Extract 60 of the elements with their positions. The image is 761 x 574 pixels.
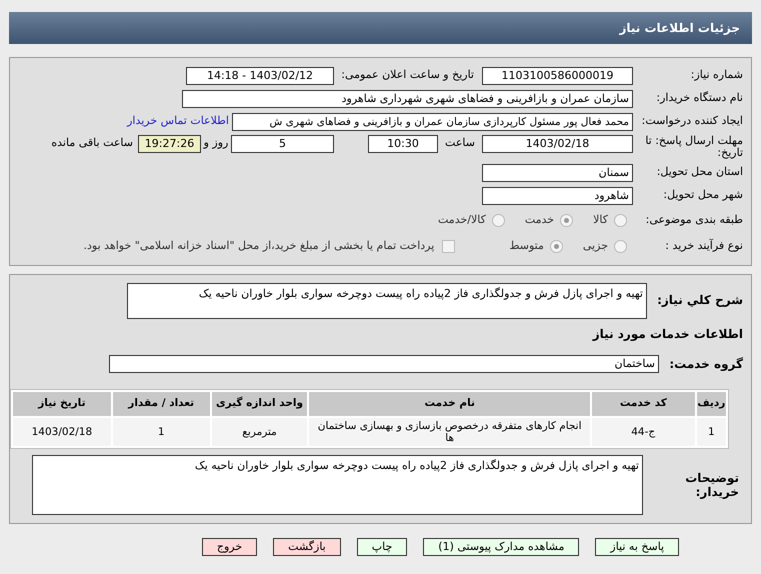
column-header: کد خدمت <box>592 392 695 416</box>
checkbox[interactable] <box>442 240 456 252</box>
action-button[interactable]: مشاهده مدارک پیوستی (1) <box>423 538 580 556</box>
field-label: استان محل تحویل: <box>656 164 743 180</box>
text-field[interactable]: 10:30 <box>368 135 438 153</box>
radio-button[interactable] <box>560 214 574 226</box>
field-label: توضیحات خریدار: <box>684 470 740 499</box>
field-label: ایجاد کننده درخواست: <box>640 113 743 130</box>
option-label: جزیی <box>582 238 608 254</box>
text-field[interactable]: محمد فعال پور مسئول کارپردازی سازمان عمران و بازافرینی و فضاهای شهری ش <box>232 112 633 130</box>
field-label: تاریخ و ساعت اعلان عمومی: <box>340 67 474 84</box>
field-label: روز و <box>202 135 230 151</box>
radio-button[interactable] <box>550 240 563 252</box>
option-label: کالا/خدمت <box>438 212 486 228</box>
table-cell: مترمربع <box>212 418 308 446</box>
text-field[interactable]: 1103100586000019 <box>482 66 633 84</box>
remaining-time: 19:27:26 <box>138 135 201 153</box>
field-label: شرح کلي نياز: <box>656 292 743 309</box>
option-label: متوسط <box>509 238 544 254</box>
text-field[interactable]: ساختمان <box>109 355 659 373</box>
option-label: خدمت <box>524 212 554 228</box>
column-header: نام خدمت <box>309 392 590 416</box>
column-header: تاریخ نیاز <box>13 392 111 416</box>
option-label: کالا <box>593 212 608 228</box>
radio-button[interactable] <box>614 240 627 252</box>
field-label: ساعت <box>444 135 476 151</box>
action-button[interactable]: پاسخ به نیاز <box>595 538 680 556</box>
column-header: تعداد / مقدار <box>112 392 210 416</box>
field-label: نام دستگاه خریدار: <box>655 90 743 106</box>
page-header: جزئیات اطلاعات نیاز <box>9 12 752 44</box>
table-cell: 1403/02/18 <box>12 418 111 446</box>
column-header: واحد اندازه گیری <box>212 392 308 416</box>
text-field[interactable]: 1403/02/18 <box>482 135 633 153</box>
text-field[interactable]: شاهرود <box>482 186 633 204</box>
field-label: مهلت ارسال پاسخ: تا تاریخ: <box>644 135 743 159</box>
action-button[interactable]: خروج <box>202 538 258 556</box>
radio-button[interactable] <box>614 214 627 226</box>
table-cell: ج-44 <box>592 418 695 446</box>
column-header: ردیف <box>696 392 726 416</box>
field-label: نوع فرآیند خرید : <box>664 238 743 254</box>
field-label: شهر محل تحویل: <box>662 187 743 204</box>
field-label: طبقه بندی موضوعی: <box>644 212 743 228</box>
notes-box[interactable]: تهیه و اجرای پازل فرش و جدولگذاری فاز 2پیاده راه پیست دوچرخه سواری بلوار خاوران ناحیه یک <box>32 455 643 515</box>
radio-button[interactable] <box>492 214 505 226</box>
field-label: گروه خدمت: <box>668 356 743 373</box>
field-label: ساعت باقی مانده <box>51 135 133 151</box>
description-box[interactable]: تهیه و اجرای پازل فرش و جدولگذاری فاز 2پیاده راه پیست دوچرخه سواری بلوار خاوران ناحیه یک <box>127 283 647 319</box>
text-field[interactable]: 5 <box>231 135 334 153</box>
table-cell: انجام کارهای متفرقه درخصوص بازسازی و بهسازی ساختمان ها <box>309 418 590 446</box>
action-button[interactable]: چاپ <box>356 538 408 556</box>
action-button[interactable]: بازگشت <box>273 538 341 556</box>
section-title: اطلاعات خدمات مورد نیاز <box>592 326 743 343</box>
text-field[interactable]: سازمان عمران و بازافرینی و فضاهای شهری شهرداری شاهرود <box>182 90 633 108</box>
table-cell: 1 <box>112 418 210 446</box>
table-cell: 1 <box>696 418 726 446</box>
payment-note: پرداخت تمام یا بخشی از مبلغ خرید،از محل "اسناد خزانه اسلامی" خواهد بود. <box>84 238 434 254</box>
contact-link[interactable]: اطلاعات تماس خریدار <box>127 113 229 130</box>
text-field[interactable]: سمنان <box>482 164 633 182</box>
field-label: شماره نیاز: <box>690 67 743 84</box>
text-field[interactable]: 1403/02/12 - 14:18 <box>186 66 334 84</box>
